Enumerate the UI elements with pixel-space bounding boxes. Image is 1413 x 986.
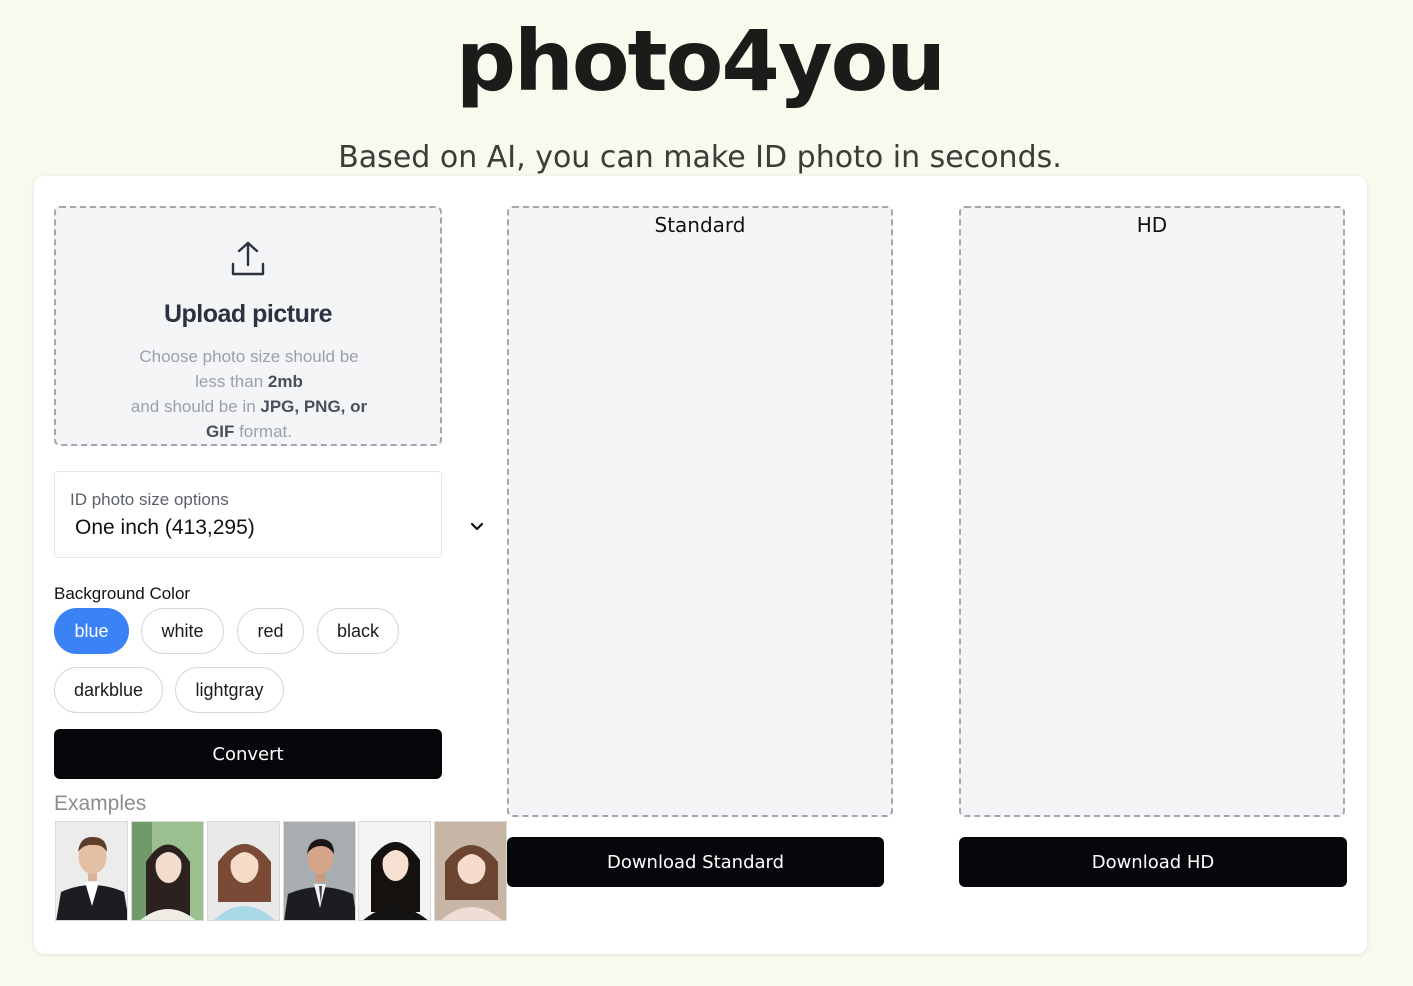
- example-thumbnail-6[interactable]: [434, 821, 507, 921]
- color-option-white[interactable]: white: [141, 608, 224, 654]
- background-color-label: Background Color: [54, 584, 191, 603]
- example-thumbnail-5[interactable]: [358, 821, 431, 921]
- hd-panel-title: HD: [1136, 213, 1168, 237]
- tagline: Based on AI, you can make ID photo in se…: [338, 140, 1062, 175]
- hd-preview-panel: HD: [959, 206, 1345, 817]
- upload-title: Upload picture: [163, 300, 333, 328]
- color-option-darkblue[interactable]: darkblue: [54, 667, 163, 713]
- upload-hint-gif: GIF: [206, 422, 235, 441]
- upload-hint: Choose photo size should be less than 2m…: [118, 344, 380, 444]
- color-option-red[interactable]: red: [237, 608, 304, 654]
- size-select-value[interactable]: One inch (413,295): [75, 516, 255, 540]
- standard-panel-title: Standard: [654, 213, 746, 237]
- download-hd-button[interactable]: Download HD: [959, 837, 1347, 887]
- app-title: photo4you: [455, 12, 946, 110]
- example-thumbnail-3[interactable]: [207, 821, 280, 921]
- upload-hint-line1: Choose photo size should be: [139, 347, 359, 366]
- upload-hint-line2: less than: [195, 372, 268, 391]
- color-option-blue[interactable]: blue: [54, 608, 129, 654]
- upload-hint-formats: JPG, PNG, or: [260, 397, 368, 416]
- upload-icon: [231, 241, 265, 276]
- upload-hint-line4: format.: [234, 422, 292, 441]
- size-select[interactable]: ID photo size options One inch (413,295): [54, 471, 442, 558]
- upload-hint-size: 2mb: [267, 372, 303, 391]
- example-thumbnail-2[interactable]: [131, 821, 204, 921]
- upload-dropzone[interactable]: Upload picture Choose photo size should …: [54, 206, 442, 446]
- example-thumbnail-4[interactable]: [283, 821, 356, 921]
- upload-hint-line3: and should be in: [130, 397, 261, 416]
- examples-label: Examples: [54, 792, 147, 815]
- color-option-lightgray[interactable]: lightgray: [175, 667, 284, 713]
- standard-preview-panel: Standard: [507, 206, 893, 817]
- color-option-black[interactable]: black: [317, 608, 399, 654]
- size-select-label: ID photo size options: [70, 490, 229, 509]
- chevron-down-icon[interactable]: [469, 518, 485, 534]
- download-standard-button[interactable]: Download Standard: [507, 837, 884, 887]
- convert-button[interactable]: Convert: [54, 729, 442, 779]
- example-thumbnail-1[interactable]: [55, 821, 128, 921]
